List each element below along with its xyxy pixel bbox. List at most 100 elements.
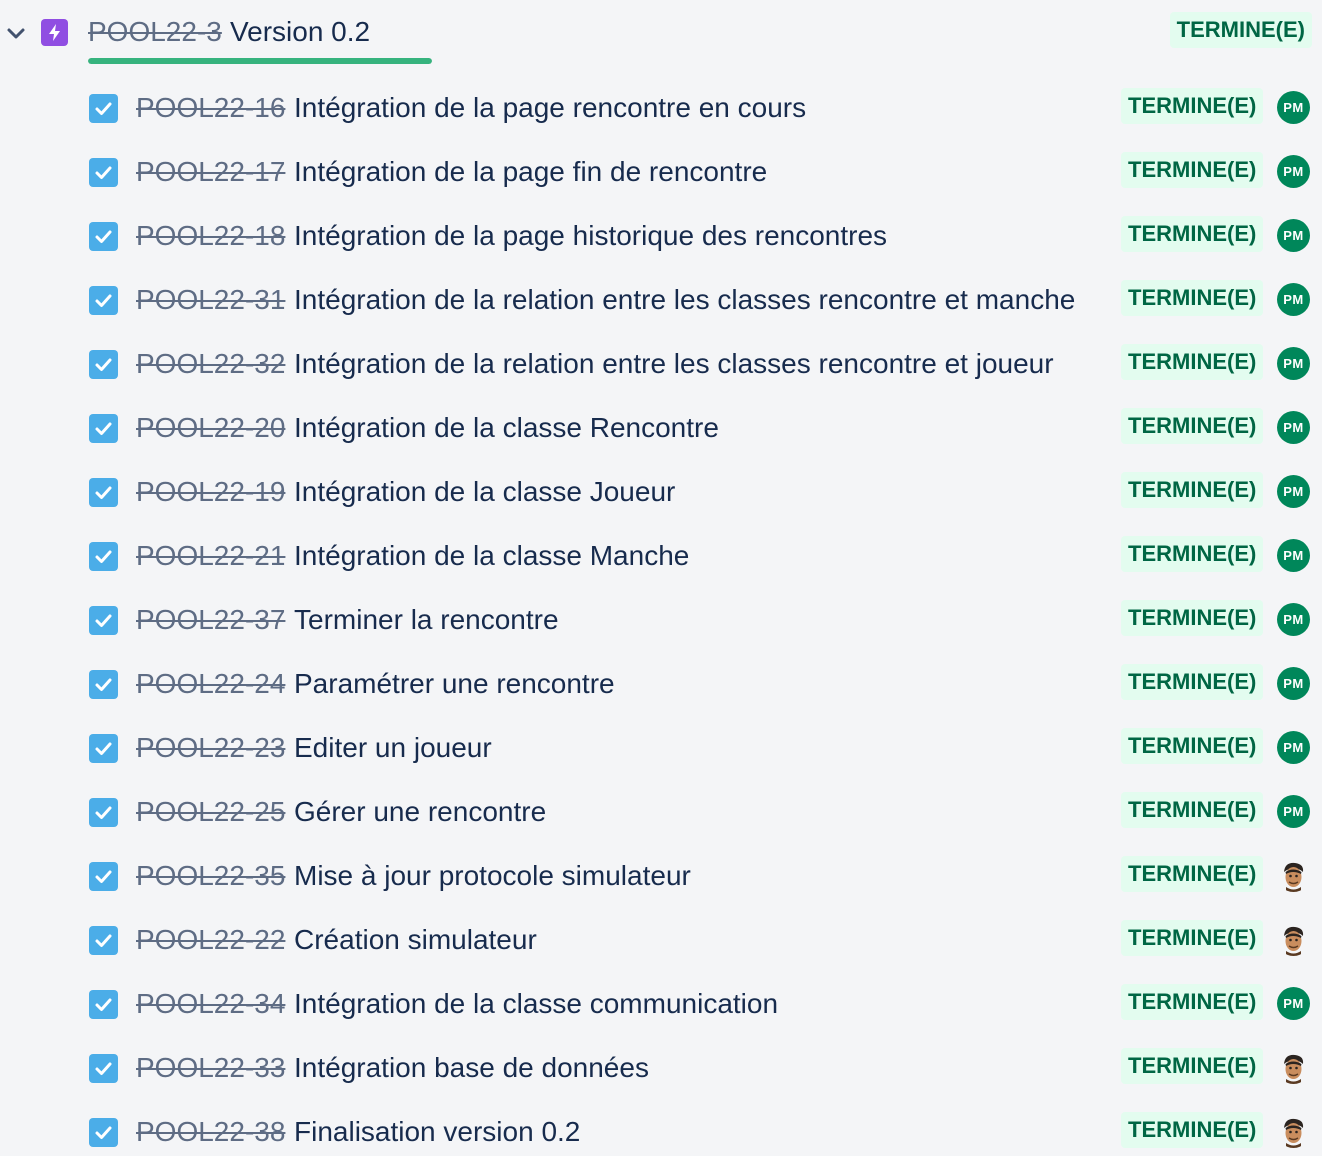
issue-key[interactable]: POOL22-33 [136, 1050, 285, 1086]
issue-summary[interactable]: Editer un joueur [294, 730, 492, 766]
issue-summary[interactable]: Création simulateur [294, 922, 537, 958]
child-issue-row[interactable]: POOL22-16 Intégration de la page rencont… [0, 76, 1322, 140]
chevron-down-icon[interactable] [5, 22, 27, 44]
checkbox-checked-icon [89, 158, 118, 187]
issue-summary[interactable]: Gérer une rencontre [294, 794, 546, 830]
issue-status-badge[interactable]: TERMINE(E) [1121, 1112, 1264, 1148]
child-issue-row[interactable]: POOL22-33 Intégration base de données TE… [0, 1036, 1322, 1100]
child-issue-row[interactable]: POOL22-38 Finalisation version 0.2 TERMI… [0, 1100, 1322, 1156]
epic-title[interactable]: Version 0.2 [230, 14, 370, 50]
issue-summary[interactable]: Intégration de la classe Rencontre [294, 410, 719, 446]
issue-key[interactable]: POOL22-20 [136, 410, 285, 446]
issue-status-badge[interactable]: TERMINE(E) [1121, 728, 1264, 764]
issue-summary[interactable]: Intégration de la page fin de rencontre [294, 154, 767, 190]
issue-summary[interactable]: Intégration de la page rencontre en cour… [294, 90, 806, 126]
child-issue-row[interactable]: POOL22-31 Intégration de la relation ent… [0, 268, 1322, 332]
issue-key[interactable]: POOL22-34 [136, 986, 285, 1022]
issue-status-badge[interactable]: TERMINE(E) [1121, 408, 1264, 444]
checkbox-checked-icon [89, 350, 118, 379]
assignee-avatar[interactable]: PM [1277, 475, 1310, 508]
assignee-avatar[interactable]: PM [1277, 731, 1310, 764]
child-issue-list: POOL22-16 Intégration de la page rencont… [0, 76, 1322, 1156]
assignee-avatar[interactable]: PM [1277, 283, 1310, 316]
child-issue-row[interactable]: POOL22-17 Intégration de la page fin de … [0, 140, 1322, 204]
issue-status-badge[interactable]: TERMINE(E) [1121, 536, 1264, 572]
assignee-avatar[interactable]: PM [1277, 795, 1310, 828]
assignee-photo-avatar[interactable] [1277, 1051, 1310, 1084]
epic-status-badge[interactable]: TERMINE(E) [1169, 12, 1312, 48]
issue-summary[interactable]: Intégration base de données [294, 1050, 649, 1086]
issue-status-badge[interactable]: TERMINE(E) [1121, 1048, 1264, 1084]
assignee-avatar[interactable]: PM [1277, 347, 1310, 380]
issue-status-badge[interactable]: TERMINE(E) [1121, 600, 1264, 636]
issue-summary[interactable]: Intégration de la classe Manche [294, 538, 689, 574]
epic-key[interactable]: POOL22-3 [88, 14, 222, 50]
issue-status-badge[interactable]: TERMINE(E) [1121, 152, 1264, 188]
child-issue-row[interactable]: POOL22-19 Intégration de la classe Joueu… [0, 460, 1322, 524]
issue-key[interactable]: POOL22-35 [136, 858, 285, 894]
issue-key[interactable]: POOL22-31 [136, 282, 285, 318]
issue-status-badge[interactable]: TERMINE(E) [1121, 792, 1264, 828]
assignee-avatar[interactable]: PM [1277, 155, 1310, 188]
child-issue-row[interactable]: POOL22-20 Intégration de la classe Renco… [0, 396, 1322, 460]
issue-status-badge[interactable]: TERMINE(E) [1121, 472, 1264, 508]
assignee-avatar[interactable]: PM [1277, 603, 1310, 636]
child-issue-row[interactable]: POOL22-37 Terminer la rencontre TERMINE(… [0, 588, 1322, 652]
assignee-avatar[interactable]: PM [1277, 667, 1310, 700]
assignee-photo-avatar[interactable] [1277, 1115, 1310, 1148]
issue-key[interactable]: POOL22-24 [136, 666, 285, 702]
issue-status-badge[interactable]: TERMINE(E) [1121, 856, 1264, 892]
assignee-photo-avatar[interactable] [1277, 859, 1310, 892]
checkbox-checked-icon [89, 478, 118, 507]
issue-key[interactable]: POOL22-23 [136, 730, 285, 766]
child-issue-row[interactable]: POOL22-22 Création simulateur TERMINE(E) [0, 908, 1322, 972]
issue-key[interactable]: POOL22-25 [136, 794, 285, 830]
issue-key[interactable]: POOL22-37 [136, 602, 285, 638]
issue-summary[interactable]: Intégration de la classe Joueur [294, 474, 675, 510]
child-issue-row[interactable]: POOL22-18 Intégration de la page histori… [0, 204, 1322, 268]
issue-status-badge[interactable]: TERMINE(E) [1121, 344, 1264, 380]
issue-summary[interactable]: Finalisation version 0.2 [294, 1114, 580, 1150]
issue-summary[interactable]: Mise à jour protocole simulateur [294, 858, 691, 894]
issue-status-badge[interactable]: TERMINE(E) [1121, 280, 1264, 316]
child-issue-row[interactable]: POOL22-35 Mise à jour protocole simulate… [0, 844, 1322, 908]
child-issue-row[interactable]: POOL22-32 Intégration de la relation ent… [0, 332, 1322, 396]
lightning-icon [41, 19, 68, 46]
assignee-photo-avatar[interactable] [1277, 923, 1310, 956]
issue-key[interactable]: POOL22-18 [136, 218, 285, 254]
assignee-avatar[interactable]: PM [1277, 411, 1310, 444]
child-issue-row[interactable]: POOL22-21 Intégration de la classe Manch… [0, 524, 1322, 588]
issue-key[interactable]: POOL22-16 [136, 90, 285, 126]
issue-summary[interactable]: Intégration de la page historique des re… [294, 218, 887, 254]
child-issue-row[interactable]: POOL22-23 Editer un joueur TERMINE(E) PM [0, 716, 1322, 780]
checkbox-checked-icon [89, 222, 118, 251]
child-issue-row[interactable]: POOL22-25 Gérer une rencontre TERMINE(E)… [0, 780, 1322, 844]
issue-key[interactable]: POOL22-22 [136, 922, 285, 958]
issue-status-badge[interactable]: TERMINE(E) [1121, 984, 1264, 1020]
issue-status-badge[interactable]: TERMINE(E) [1121, 664, 1264, 700]
child-issue-row[interactable]: POOL22-34 Intégration de la classe commu… [0, 972, 1322, 1036]
epic-progress-bar [88, 58, 432, 64]
assignee-avatar[interactable]: PM [1277, 219, 1310, 252]
issue-key[interactable]: POOL22-38 [136, 1114, 285, 1150]
assignee-avatar[interactable]: PM [1277, 987, 1310, 1020]
issue-status-badge[interactable]: TERMINE(E) [1121, 88, 1264, 124]
issue-summary[interactable]: Terminer la rencontre [294, 602, 559, 638]
assignee-avatar[interactable]: PM [1277, 539, 1310, 572]
checkbox-checked-icon [89, 798, 118, 827]
issue-summary[interactable]: Intégration de la relation entre les cla… [294, 346, 1054, 382]
issue-summary[interactable]: Intégration de la relation entre les cla… [294, 282, 1075, 318]
issue-status-badge[interactable]: TERMINE(E) [1121, 216, 1264, 252]
epic-header-row[interactable]: POOL22-3 Version 0.2 TERMINE(E) [0, 0, 1322, 64]
issue-key[interactable]: POOL22-17 [136, 154, 285, 190]
child-issue-row[interactable]: POOL22-24 Paramétrer une rencontre TERMI… [0, 652, 1322, 716]
issue-key[interactable]: POOL22-21 [136, 538, 285, 574]
issue-key[interactable]: POOL22-19 [136, 474, 285, 510]
assignee-avatar[interactable]: PM [1277, 91, 1310, 124]
issue-key[interactable]: POOL22-32 [136, 346, 285, 382]
issue-summary[interactable]: Paramétrer une rencontre [294, 666, 615, 702]
checkbox-checked-icon [89, 1118, 118, 1147]
checkbox-checked-icon [89, 862, 118, 891]
issue-status-badge[interactable]: TERMINE(E) [1121, 920, 1264, 956]
issue-summary[interactable]: Intégration de la classe communication [294, 986, 778, 1022]
